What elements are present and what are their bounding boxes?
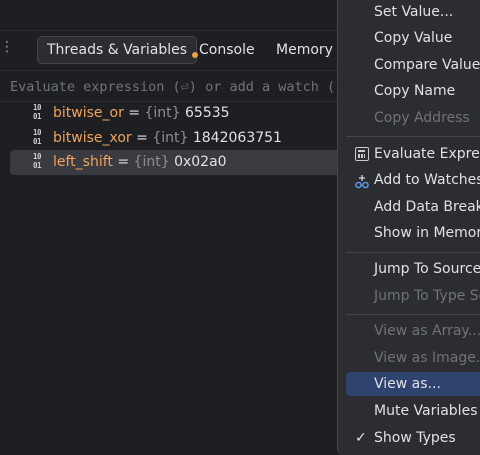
menu-item-copy-name[interactable]: Copy Name — [346, 79, 480, 103]
variable-value: 0x02a0 — [169, 154, 227, 170]
menu-item-label: View as Array... — [374, 323, 480, 339]
menu-item-evaluate-expression[interactable]: Evaluate Express — [346, 142, 480, 166]
menu-item-add-data-breakpoint[interactable]: Add Data Breakp — [346, 195, 480, 219]
variable-type: {int} — [152, 130, 189, 146]
menu-item-set-value[interactable]: Set Value... — [346, 0, 480, 24]
menu-item-label: Copy Value — [374, 30, 453, 46]
variable-name: bitwise_or — [53, 105, 124, 121]
debugger-panel: ⋮ Threads & Variables Console Memory V 1… — [0, 0, 347, 450]
variable-value: 65535 — [180, 105, 230, 121]
menu-item-show-types[interactable]: ✓ Show Types — [346, 426, 480, 450]
menu-item-copy-address[interactable]: Copy Address — [346, 106, 480, 130]
menu-item-jump-to-source[interactable]: Jump To Source — [346, 257, 480, 281]
menu-item-jump-to-type-source[interactable]: Jump To Type So — [346, 284, 480, 308]
menu-item-compare-value[interactable]: Compare Value w — [346, 53, 480, 77]
menu-separator — [346, 136, 480, 137]
primitive-variable-icon: 10 01 — [33, 128, 42, 146]
variable-row[interactable]: 10 01 bitwise_or = {int} 65535 — [10, 101, 338, 126]
menu-item-label: View as Image... — [374, 350, 480, 366]
context-menu: Set Value... Copy Value Compare Value w … — [337, 0, 480, 455]
menu-item-view-as-array[interactable]: View as Array... — [346, 319, 480, 343]
variable-text: bitwise_xor = {int} 1842063751 — [53, 126, 282, 151]
menu-item-label: Show in Memory — [374, 225, 480, 241]
menu-item-label: Compare Value w — [374, 57, 480, 73]
variable-text: left_shift = {int} 0x02a0 — [53, 150, 227, 175]
tab-threads-variables[interactable]: Threads & Variables — [37, 36, 198, 64]
primitive-variable-icon: 10 01 — [33, 152, 42, 170]
menu-item-label: Set Value... — [374, 4, 454, 20]
console-status-icon — [192, 52, 198, 58]
menu-item-label: Copy Address — [374, 110, 470, 126]
menu-item-label: Jump To Source — [374, 261, 480, 277]
glasses-icon — [355, 173, 369, 189]
variable-name: left_shift — [53, 154, 113, 170]
menu-item-label: Copy Name — [374, 83, 456, 99]
menu-item-label: Jump To Type So — [374, 288, 480, 304]
more-options-icon[interactable]: ⋮ — [0, 40, 14, 54]
variable-type: {int} — [133, 154, 170, 170]
variable-type: {int} — [144, 105, 181, 121]
variable-value: 1842063751 — [188, 130, 282, 146]
primitive-variable-icon: 10 01 — [33, 103, 42, 121]
menu-item-label: Show Types — [374, 430, 456, 446]
menu-item-label: Add Data Breakp — [374, 199, 480, 215]
menu-item-show-in-memory[interactable]: Show in Memory — [346, 221, 480, 245]
evaluate-expression-bar — [0, 70, 340, 102]
variable-row-selected[interactable]: 10 01 left_shift = {int} 0x02a0 — [10, 150, 338, 175]
menu-item-copy-value[interactable]: Copy Value — [346, 26, 480, 50]
menu-item-mute-variables[interactable]: Mute Variables — [346, 399, 480, 423]
menu-item-label: Evaluate Express — [374, 146, 480, 162]
variable-equals: = — [131, 130, 153, 146]
variable-equals: = — [123, 105, 145, 121]
menu-item-label: Mute Variables — [374, 403, 478, 419]
tab-console[interactable]: Console — [192, 36, 255, 64]
variable-equals: = — [112, 154, 134, 170]
menu-item-add-to-watches[interactable]: Add to Watches — [346, 168, 480, 192]
variable-name: bitwise_xor — [53, 130, 132, 146]
menu-item-label: Add to Watches — [374, 172, 480, 188]
menu-item-view-as-image[interactable]: View as Image... — [346, 346, 480, 370]
tab-console-label: Console — [199, 42, 255, 58]
variable-row[interactable]: 10 01 bitwise_xor = {int} 1842063751 — [10, 126, 338, 151]
menu-item-label: View as... — [374, 376, 441, 392]
menu-item-view-as[interactable]: View as... — [346, 372, 480, 396]
menu-separator — [346, 252, 480, 253]
menu-separator — [346, 314, 480, 315]
evaluate-expression-input[interactable] — [8, 77, 340, 97]
variable-text: bitwise_or = {int} 65535 — [53, 101, 230, 126]
calculator-icon — [355, 147, 369, 161]
debugger-top-toolbar — [0, 0, 338, 31]
checkmark-icon: ✓ — [355, 430, 367, 446]
